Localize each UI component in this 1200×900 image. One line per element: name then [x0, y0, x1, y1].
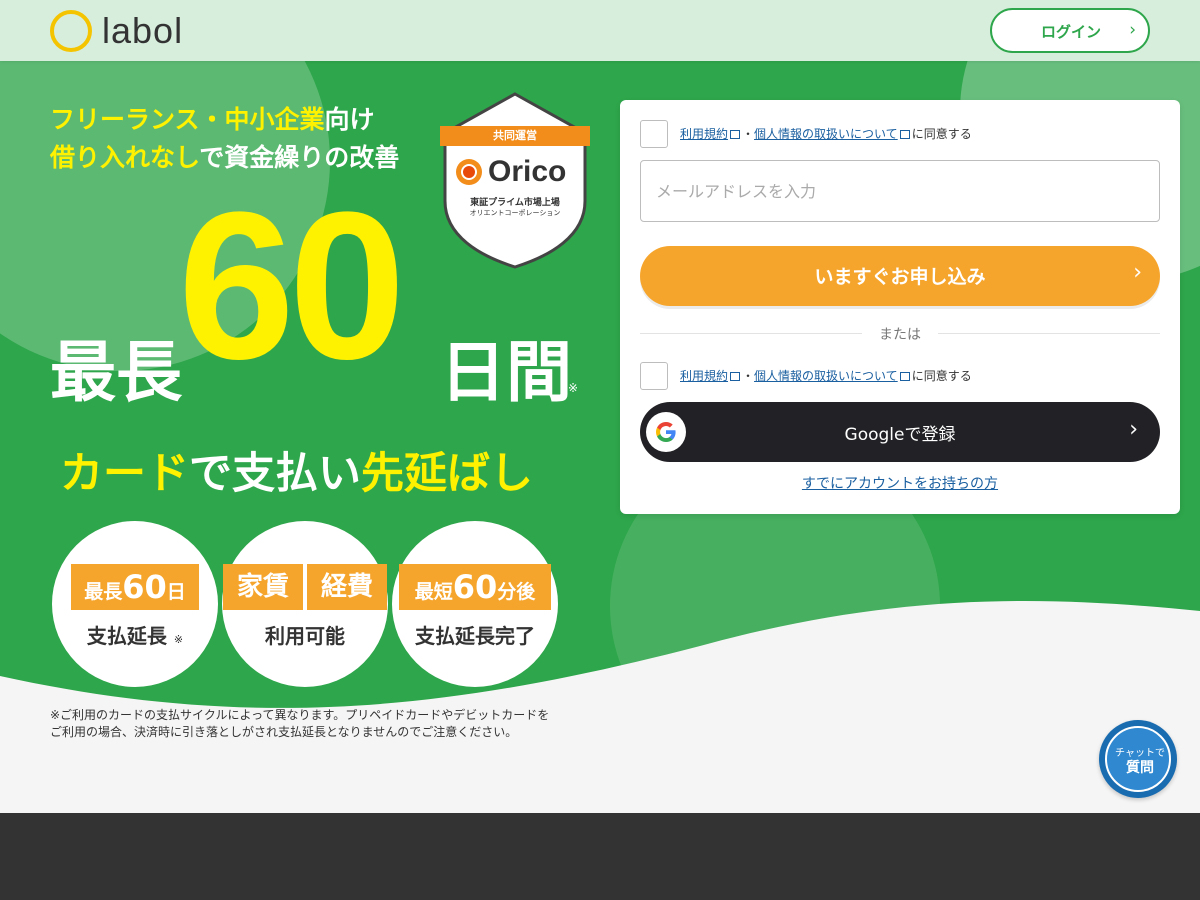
apply-now-label: いますぐお申し込み	[814, 266, 986, 288]
logo-ring-icon	[50, 10, 92, 52]
chat-label-line2: 質問	[1126, 760, 1154, 776]
feature-tag-number: 60	[452, 568, 498, 606]
logo-text: labol	[102, 10, 184, 51]
subhead-highlight: 先延ばし	[361, 449, 533, 499]
feature-tag-suffix: 日	[166, 581, 186, 603]
subhead-highlight: カード	[60, 449, 189, 499]
hero-headline: 最長 60 日間 ※	[50, 181, 610, 412]
or-label: または	[879, 327, 921, 343]
feature-caption: 支払延長完了	[415, 624, 535, 648]
disclaimer-line: ※ご利用のカードの支払サイクルによって異なります。プリペイドカードやデビットカー…	[50, 708, 550, 722]
terms-link[interactable]: 利用規約	[680, 127, 728, 141]
agree-suffix: に同意する	[911, 127, 972, 141]
signup-form-panel: 利用規約・個人情報の取扱いについてに同意する いますぐお申し込み › または 利…	[620, 100, 1180, 514]
feature-tag-rent: 家賃	[223, 564, 303, 610]
feature-caption: 支払延長 ※	[52, 620, 218, 649]
feature-tag-prefix: 最短	[414, 581, 453, 603]
separator: ・	[742, 127, 755, 141]
badge-brand: Orico	[488, 155, 567, 188]
tagline-text: 向け	[324, 105, 375, 134]
google-signup-button[interactable]: Googleで登録 ›	[640, 402, 1160, 462]
disclaimer: ※ご利用のカードの支払サイクルによって異なります。プリペイドカードやデビットカー…	[50, 707, 570, 741]
terms-agreement: 利用規約 ・個人情報の取扱いについて に同意する	[680, 125, 972, 142]
privacy-link[interactable]: 個人情報の取扱いについて	[754, 127, 898, 141]
google-terms-agreement: 利用規約 ・個人情報の取扱いについて に同意する	[680, 367, 972, 384]
chat-button[interactable]: チャットで 質問	[1099, 720, 1177, 798]
external-link-icon	[730, 372, 741, 381]
divider-line	[938, 333, 1160, 334]
chevron-right-icon: ›	[1129, 417, 1138, 442]
google-signup-label: Googleで登録	[844, 425, 956, 445]
or-divider: または	[640, 323, 1160, 343]
external-link-icon	[899, 372, 910, 381]
tagline-highlight: フリーランス・中小企業	[50, 105, 325, 134]
feature-caption-text: 支払延長	[86, 624, 167, 648]
disclaimer-line: ご利用の場合、決済時に引き落としがされ支払延長となりませんのでご注意ください。	[50, 725, 518, 739]
hero-subheading: カードで支払い先延ばし	[60, 439, 533, 501]
external-link-icon	[730, 130, 741, 139]
headline-prefix: 最長	[50, 334, 182, 411]
feature-tag-expenses: 経費	[307, 564, 387, 610]
google-terms-checkbox[interactable]	[640, 362, 668, 390]
login-button[interactable]: ログイン ›	[990, 8, 1150, 53]
feature-tag: 最長60日	[71, 564, 199, 610]
site-header: labol ログイン ›	[0, 0, 1200, 61]
feature-circle-speed: 最短60分後 支払延長完了	[392, 521, 558, 687]
privacy-link[interactable]: 個人情報の取扱いについて	[754, 369, 898, 383]
existing-account-link[interactable]: すでにアカウントをお持ちの方	[620, 473, 1180, 493]
separator: ・	[742, 369, 755, 383]
hero-tagline: フリーランス・中小企業向け 借り入れなしで資金繰りの改善	[50, 101, 399, 177]
tagline-highlight: 借り入れなし	[50, 143, 200, 172]
chat-icon: チャットで 質問	[1105, 726, 1171, 792]
login-button-label: ログイン	[1040, 23, 1101, 41]
labol-logo[interactable]: labol	[50, 8, 210, 54]
page-footer	[0, 813, 1200, 900]
email-input[interactable]	[640, 160, 1160, 222]
terms-checkbox[interactable]	[640, 120, 668, 148]
feature-circle-usage: 家賃 経費 利用可能	[222, 521, 388, 687]
feature-note: ※	[173, 633, 184, 646]
feature-tag-prefix: 最長	[84, 581, 123, 603]
headline-suffix: 日間	[440, 334, 572, 411]
feature-tag-number: 60	[122, 568, 167, 606]
subhead-text: で支払い	[189, 449, 361, 499]
chevron-right-icon: ›	[1129, 20, 1136, 40]
feature-tag-suffix: 分後	[497, 581, 536, 603]
headline-note: ※	[568, 381, 579, 395]
external-link-icon	[899, 130, 910, 139]
apply-now-button[interactable]: いますぐお申し込み ›	[640, 246, 1160, 306]
agree-suffix: に同意する	[911, 369, 972, 383]
headline-number: 60	[178, 168, 406, 403]
terms-link[interactable]: 利用規約	[680, 369, 728, 383]
feature-tag: 最短60分後	[399, 564, 551, 610]
badge-ribbon-text: 共同運営	[493, 129, 537, 142]
feature-circle-extension: 最長60日 支払延長 ※	[52, 521, 218, 687]
hero-section: フリーランス・中小企業向け 借り入れなしで資金繰りの改善 共同運営 Orico …	[0, 61, 1200, 813]
chevron-right-icon: ›	[1133, 260, 1142, 285]
feature-caption: 利用可能	[265, 624, 345, 648]
